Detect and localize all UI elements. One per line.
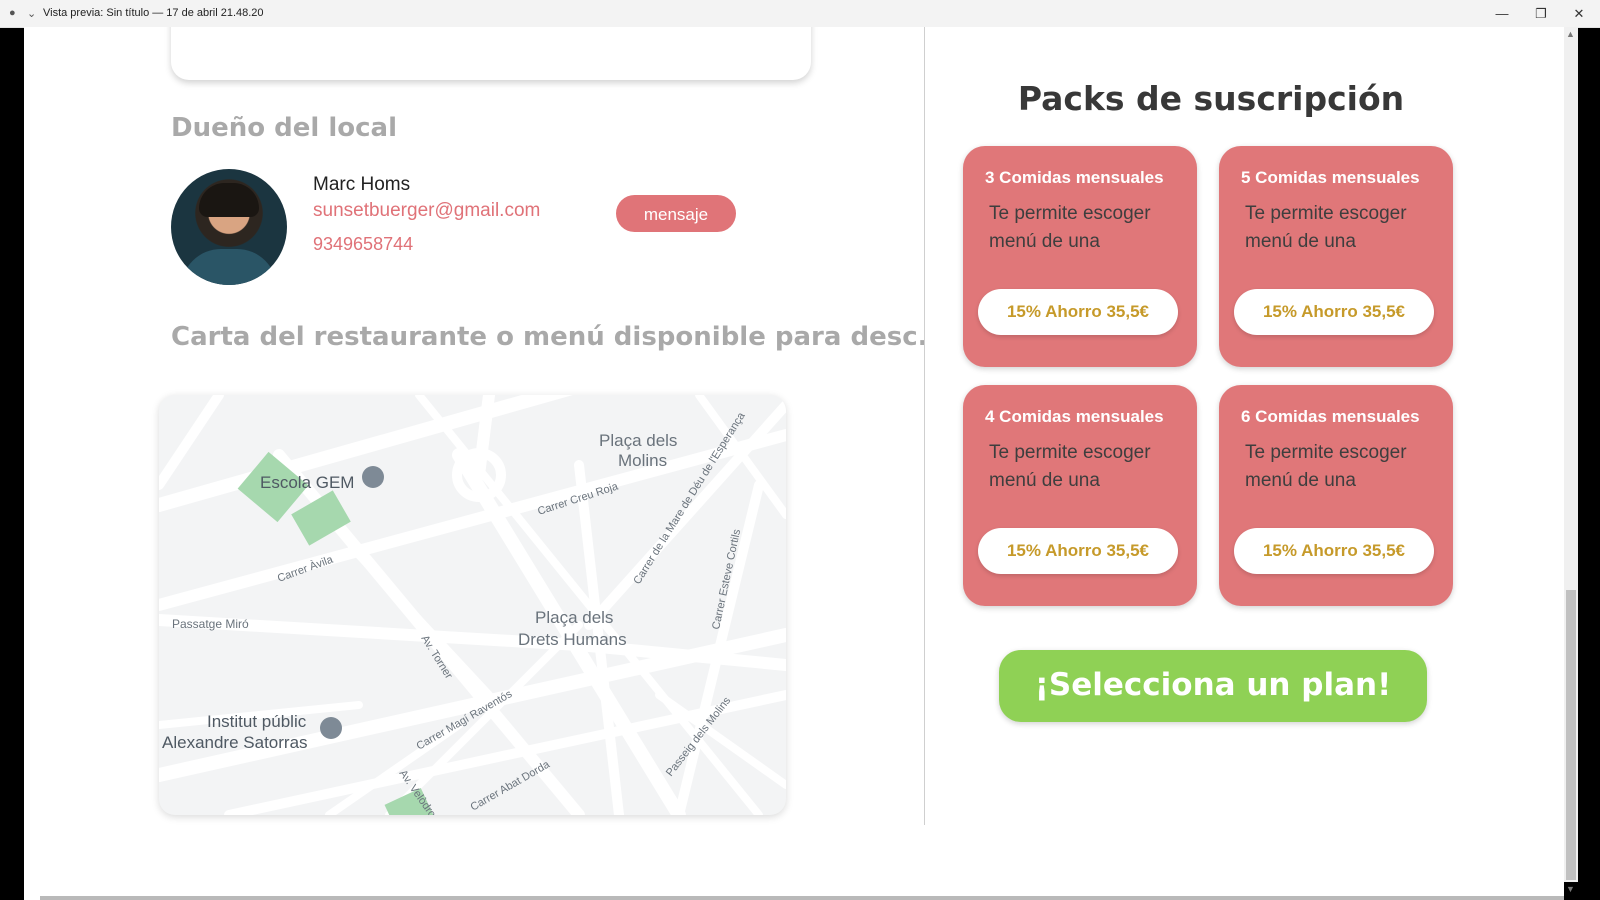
chevron-down-icon[interactable]: ⌄ [27, 7, 36, 20]
map-canvas: Plaça dels Molins Escola GEM Carrer Creu… [159, 395, 786, 815]
pack-card[interactable]: 3 Comidas mensuales Te permite escoger m… [963, 146, 1197, 367]
scroll-up-icon[interactable]: ▲ [1566, 29, 1575, 39]
pack-description: Te permite escoger menú de una [989, 203, 1151, 252]
window-title-bar: ● ⌄ Vista previa: Sin título — 17 de abr… [0, 0, 1600, 28]
map-label-drets-2: Drets Humans [518, 630, 627, 649]
pack-title: 4 Comidas mensuales [985, 407, 1164, 426]
map-label-escola: Escola GEM [260, 473, 354, 492]
scrollbar-thumb[interactable] [1566, 590, 1576, 880]
pack-price-button[interactable]: 15% Ahorro 35,5€ [1234, 528, 1434, 574]
map-label-molins-1: Plaça dels [599, 431, 677, 450]
select-plan-button[interactable]: ¡Selecciona un plan! [999, 650, 1427, 722]
map-label-miro: Passatge Miró [172, 617, 249, 631]
pack-description: Te permite escoger menú de una [1245, 442, 1407, 491]
pack-card[interactable]: 5 Comidas mensuales Te permite escoger m… [1219, 146, 1453, 367]
location-map[interactable]: Plaça dels Molins Escola GEM Carrer Creu… [159, 395, 786, 815]
owner-phone[interactable]: 9349658744 [313, 234, 413, 255]
pack-title: 3 Comidas mensuales [985, 168, 1164, 187]
menu-heading: Carta del restaurante o menú disponible … [171, 322, 928, 352]
map-label-institut-2: Alexandre Satorras [162, 733, 308, 752]
scroll-down-icon[interactable]: ▼ [1566, 884, 1575, 894]
map-label-molins-2: Molins [618, 451, 667, 470]
pack-card[interactable]: 4 Comidas mensuales Te permite escoger m… [963, 385, 1197, 606]
restore-icon[interactable]: ❐ [1522, 0, 1560, 27]
pack-title: 5 Comidas mensuales [1241, 168, 1420, 187]
pack-price-button[interactable]: 15% Ahorro 35,5€ [978, 289, 1178, 335]
avatar-jacket [181, 249, 277, 285]
map-label-abat: Carrer Abat Dorda [469, 758, 553, 813]
page-viewport: Dueño del local Marc Homs sunsetbuerger@… [24, 27, 1564, 900]
packs-title: Packs de suscripción [1017, 79, 1405, 118]
pack-price-button[interactable]: 15% Ahorro 35,5€ [1234, 289, 1434, 335]
map-label-institut-1: Institut públic [207, 712, 307, 731]
owner-heading: Dueño del local [171, 113, 398, 143]
message-button[interactable]: mensaje [616, 195, 736, 232]
pack-card[interactable]: 6 Comidas mensuales Te permite escoger m… [1219, 385, 1453, 606]
pack-description: Te permite escoger menú de una [989, 442, 1151, 491]
column-divider [924, 27, 925, 825]
minimize-icon[interactable]: — [1483, 0, 1521, 27]
close-icon[interactable]: ✕ [1560, 0, 1598, 27]
info-card [171, 27, 811, 80]
map-label-drets-1: Plaça dels [535, 608, 613, 627]
pack-price-button[interactable]: 15% Ahorro 35,5€ [978, 528, 1178, 574]
owner-email[interactable]: sunsetbuerger@gmail.com [313, 200, 540, 222]
pack-description: Te permite escoger menú de una [1245, 203, 1407, 252]
bottom-edge [40, 896, 1564, 900]
pack-title: 6 Comidas mensuales [1241, 407, 1420, 426]
record-icon[interactable]: ● [9, 7, 16, 19]
owner-name: Marc Homs [313, 174, 411, 195]
avatar [171, 169, 287, 285]
window-title: Vista previa: Sin título — 17 de abril 2… [43, 7, 264, 19]
avatar-hair [199, 183, 259, 217]
